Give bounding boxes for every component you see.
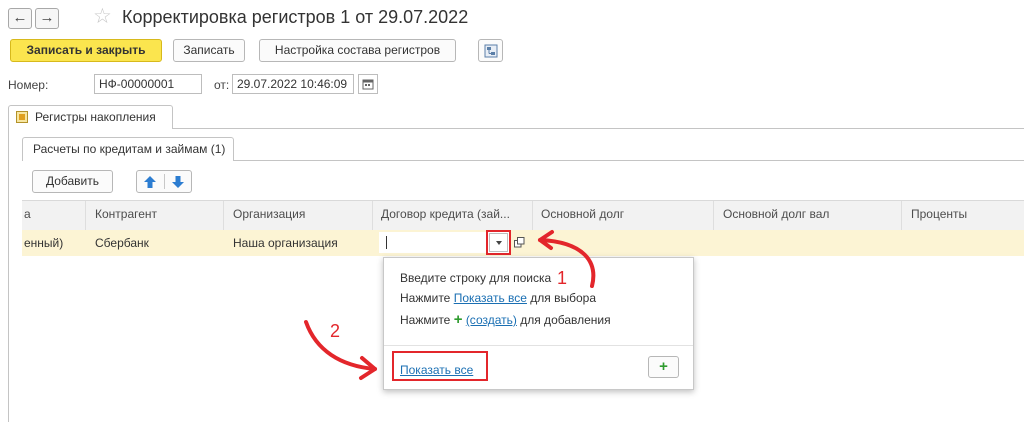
annotation-marker-1: 1	[557, 268, 568, 288]
annotation-marker-2: 2	[330, 321, 341, 341]
annotation-arrows	[304, 230, 596, 380]
